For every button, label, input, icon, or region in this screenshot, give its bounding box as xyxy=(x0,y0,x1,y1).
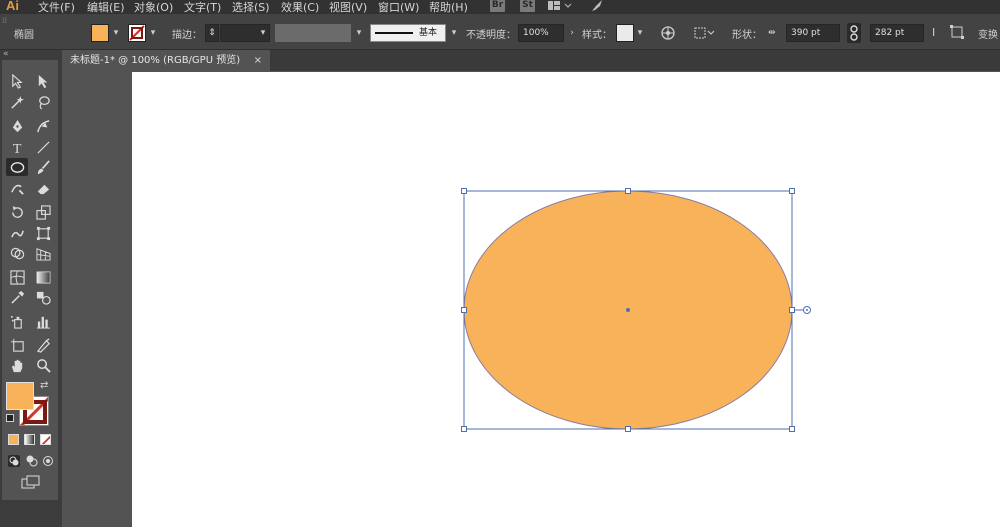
bridge-button[interactable]: Br xyxy=(490,0,505,12)
color-mode-icon[interactable] xyxy=(8,434,19,445)
graphic-style-swatch[interactable] xyxy=(616,24,634,42)
stroke-swatch[interactable] xyxy=(128,24,146,42)
opacity-label[interactable]: 不透明度： xyxy=(466,26,516,41)
screen-mode-icon[interactable] xyxy=(21,475,41,492)
fill-swatch[interactable] xyxy=(91,24,109,42)
menu-file[interactable]: 文件(F) xyxy=(38,0,75,15)
free-transform-icon[interactable] xyxy=(32,224,54,242)
menu-object[interactable]: 对象(O) xyxy=(134,0,173,15)
menu-help[interactable]: 帮助(H) xyxy=(429,0,468,15)
workspace-layout-icon[interactable] xyxy=(548,0,572,15)
swap-fill-stroke-icon[interactable]: ⇄ xyxy=(40,380,48,391)
draw-inside-icon[interactable] xyxy=(42,455,54,470)
tools-panel: T ⇄ xyxy=(2,60,58,500)
paintbrush-icon[interactable] xyxy=(32,158,54,176)
constrain-proportions-icon[interactable] xyxy=(847,23,861,43)
opacity-arrow-icon[interactable]: › xyxy=(566,24,578,42)
menu-window[interactable]: 窗口(W) xyxy=(378,0,419,15)
align-to-icon[interactable] xyxy=(694,25,718,44)
rotate-icon[interactable] xyxy=(6,203,28,221)
ellipse-icon[interactable] xyxy=(6,158,28,176)
recolor-artwork-icon[interactable] xyxy=(660,25,676,44)
shape-options-icon[interactable] xyxy=(950,25,964,42)
brush-dropdown-icon[interactable]: ▾ xyxy=(448,24,460,42)
shape-label[interactable]: 形状： xyxy=(732,26,762,41)
type-icon[interactable]: T xyxy=(6,138,28,156)
lasso-icon[interactable] xyxy=(32,93,54,111)
pen-icon[interactable] xyxy=(6,117,28,135)
shaper-icon[interactable] xyxy=(6,179,28,197)
selection-type-label: 椭圆 xyxy=(14,30,34,41)
scale-icon[interactable] xyxy=(32,203,54,221)
width-input[interactable]: 390 pt xyxy=(786,24,840,42)
document-tab[interactable]: 未标题-1* @ 100% (RGB/GPU 预览) × xyxy=(62,50,270,71)
warp-icon[interactable] xyxy=(6,224,28,242)
zoom-icon[interactable] xyxy=(32,356,54,374)
eyedropper-icon[interactable] xyxy=(6,288,28,306)
draw-behind-icon[interactable] xyxy=(25,454,39,471)
menu-type[interactable]: 文字(T) xyxy=(184,0,221,15)
center-point xyxy=(626,308,630,312)
style-label: 样式： xyxy=(582,30,612,41)
shape-builder-icon[interactable] xyxy=(6,244,28,262)
pie-widget-dot xyxy=(806,309,808,311)
stock-button[interactable]: St xyxy=(520,0,535,12)
stroke-weight-dropdown-icon[interactable]: ▾ xyxy=(257,24,269,42)
column-graph-icon[interactable] xyxy=(32,312,54,330)
app-logo: Ai xyxy=(6,0,19,13)
variable-width-profile[interactable] xyxy=(275,24,351,42)
menu-effect[interactable]: 效果(C) xyxy=(281,0,319,15)
mesh-icon[interactable] xyxy=(6,268,28,286)
eraser-icon[interactable] xyxy=(32,179,54,197)
fill-dropdown-icon[interactable]: ▾ xyxy=(110,24,122,42)
menu-edit[interactable]: 编辑(E) xyxy=(87,0,125,15)
menu-bar: Ai 文件(F) 编辑(E) 对象(O) 文字(T) 选择(S) 效果(C) 视… xyxy=(0,0,1000,14)
opacity-input[interactable]: 100% xyxy=(518,24,564,42)
height-input[interactable]: 282 pt xyxy=(870,24,924,42)
hand-icon[interactable] xyxy=(6,356,28,374)
artboard-icon[interactable] xyxy=(6,336,28,354)
line-segment-icon[interactable] xyxy=(32,138,54,156)
document-tab-bar: 未标题-1* @ 100% (RGB/GPU 预览) × xyxy=(62,50,1000,71)
width-icon: ⇹ xyxy=(768,28,776,38)
style-dropdown-icon[interactable]: ▾ xyxy=(634,24,646,42)
magic-wand-icon[interactable] xyxy=(6,93,28,111)
artwork-layer xyxy=(461,188,811,432)
draw-normal-icon[interactable] xyxy=(7,454,21,471)
stroke-label: 描边： xyxy=(172,30,202,41)
symbol-sprayer-icon[interactable] xyxy=(6,312,28,330)
fill-color-box[interactable] xyxy=(6,382,34,410)
none-mode-icon[interactable] xyxy=(40,434,51,445)
stroke-weight-stepper[interactable]: ⇕ xyxy=(205,24,219,42)
control-bar: ⁞⁞ 椭圆 ▾ ▾ 描边： ⇕ ▾ ▾ 基本 ▾ 不透明度： 100% › 样式… xyxy=(0,14,1000,50)
curvature-icon[interactable] xyxy=(32,117,54,135)
brush-name: 基本 xyxy=(419,28,438,38)
brush-stroke-preview xyxy=(375,32,413,34)
profile-dropdown-icon[interactable]: ▾ xyxy=(353,24,365,42)
stroke-dropdown-icon[interactable]: ▾ xyxy=(147,24,159,42)
transform-label[interactable]: 变换 xyxy=(978,26,998,41)
brush-definition[interactable]: 基本 xyxy=(370,24,446,42)
slice-icon[interactable] xyxy=(32,336,54,354)
default-colors-icon[interactable] xyxy=(6,414,14,422)
perspective-grid-icon[interactable] xyxy=(32,244,54,262)
grip-icon: ⁞⁞ xyxy=(2,16,8,25)
document-tab-title: 未标题-1* @ 100% (RGB/GPU 预览) xyxy=(70,55,241,66)
blend-icon[interactable] xyxy=(32,288,54,306)
menu-select[interactable]: 选择(S) xyxy=(232,0,270,15)
height-icon: Ι xyxy=(932,26,936,39)
menu-view[interactable]: 视图(V) xyxy=(329,0,367,15)
svg-text:T: T xyxy=(12,141,21,155)
gradient-mode-icon[interactable] xyxy=(24,434,35,445)
collapse-panel-icon[interactable]: « xyxy=(3,49,9,59)
artboard[interactable] xyxy=(132,72,1000,527)
selection-icon[interactable] xyxy=(6,72,28,90)
gradient-icon[interactable] xyxy=(32,268,54,286)
close-tab-icon[interactable]: × xyxy=(254,50,262,71)
direct-selection-icon[interactable] xyxy=(32,72,54,90)
